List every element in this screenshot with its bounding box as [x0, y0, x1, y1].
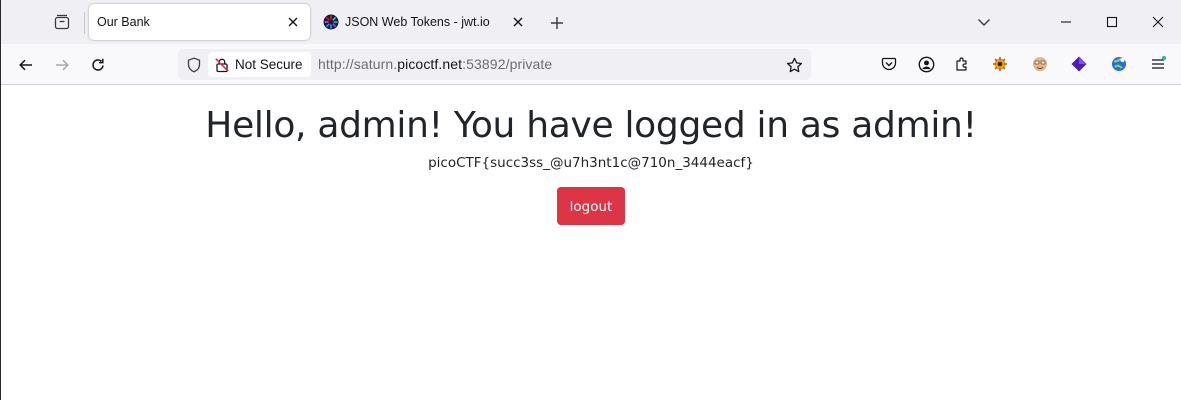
tab-our-bank[interactable]: Our Bank	[89, 4, 310, 40]
forward-button[interactable]	[48, 51, 76, 79]
browser-window: Our Bank JSON Web Tokens - jwt.io Not Se…	[0, 0, 1181, 400]
maximize-icon	[1106, 16, 1118, 28]
cookie-face-icon	[1033, 57, 1047, 71]
logout-button[interactable]: logout	[557, 187, 625, 225]
tab-close-button[interactable]	[507, 11, 529, 33]
arrow-left-icon	[19, 59, 32, 71]
page-content: Hello, admin! You have logged in as admi…	[1, 86, 1181, 400]
navigation-toolbar: Not Secure http://saturn.picoctf.net:538…	[1, 44, 1181, 85]
globe-icon	[1112, 57, 1126, 71]
url-prefix: http://saturn.	[318, 56, 398, 72]
bug-extension-icon	[993, 57, 1007, 71]
tracking-protection-button[interactable]	[184, 55, 204, 75]
extensions-button[interactable]	[950, 52, 974, 76]
tab-title: Our Bank	[97, 15, 150, 29]
close-icon	[288, 17, 298, 27]
tab-strip: Our Bank JSON Web Tokens - jwt.io	[1, 0, 1181, 44]
pocket-icon	[881, 57, 897, 71]
url-suffix: :53892/private	[462, 56, 553, 72]
app-menu-button[interactable]	[1146, 52, 1170, 76]
arrow-right-icon	[56, 59, 69, 71]
chevron-down-icon	[978, 19, 990, 26]
tab-close-button[interactable]	[282, 11, 304, 33]
back-button[interactable]	[12, 51, 40, 79]
bookmark-button[interactable]	[783, 54, 805, 76]
hamburger-menu-icon	[1152, 56, 1166, 69]
flag-text: picoCTF{succ3ss_@u7h3nt1c@710n_3444eacf}	[428, 155, 754, 171]
star-icon	[786, 57, 802, 72]
pocket-button[interactable]	[877, 52, 901, 76]
insecure-lock-icon	[214, 57, 230, 73]
page-heading: Hello, admin! You have logged in as admi…	[205, 105, 977, 146]
extension-globe-button[interactable]	[1107, 52, 1131, 76]
extension-burp-button[interactable]	[988, 52, 1012, 76]
layers-icon	[1071, 56, 1087, 72]
reload-icon	[92, 58, 104, 71]
extension-cookie-button[interactable]	[1028, 52, 1052, 76]
address-bar[interactable]: Not Secure http://saturn.picoctf.net:538…	[178, 49, 811, 80]
firefox-view-button[interactable]	[47, 9, 77, 35]
window-close-button[interactable]	[1135, 0, 1181, 44]
jwt-favicon-icon	[323, 14, 339, 30]
new-tab-button[interactable]	[545, 11, 569, 35]
list-all-tabs-button[interactable]	[972, 11, 996, 33]
account-icon	[918, 56, 934, 72]
url-domain: picoctf.net	[397, 56, 463, 72]
puzzle-icon	[956, 57, 967, 71]
security-label: Not Secure	[235, 57, 303, 72]
minimize-icon	[1061, 21, 1071, 23]
tab-jwt-io[interactable]: JSON Web Tokens - jwt.io	[315, 4, 535, 40]
extension-layers-button[interactable]	[1067, 52, 1091, 76]
minimize-button[interactable]	[1043, 0, 1089, 44]
close-icon	[513, 17, 523, 27]
site-security-indicator[interactable]: Not Secure	[208, 52, 311, 77]
tab-divider	[84, 12, 85, 34]
reload-button[interactable]	[84, 51, 112, 79]
tab-title: JSON Web Tokens - jwt.io	[345, 15, 490, 29]
close-icon	[1152, 16, 1164, 28]
maximize-button[interactable]	[1089, 0, 1135, 44]
url-text[interactable]: http://saturn.picoctf.net:53892/private	[318, 56, 552, 72]
account-button[interactable]	[914, 52, 938, 76]
plus-icon	[551, 17, 563, 29]
shield-icon	[187, 57, 201, 73]
firefox-view-icon	[54, 14, 70, 30]
